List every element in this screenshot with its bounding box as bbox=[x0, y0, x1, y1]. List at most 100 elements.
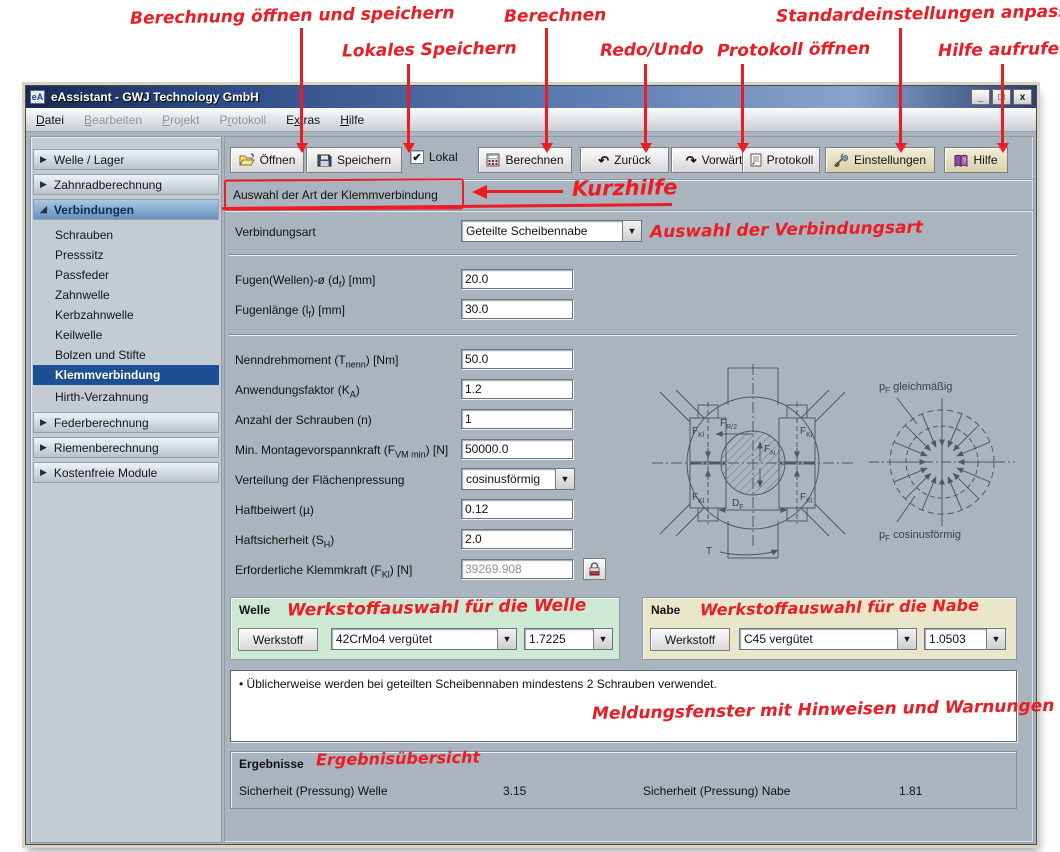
dropdown-arrow-icon[interactable]: ▼ bbox=[986, 629, 1005, 649]
sidebar-item-presssitz[interactable]: Presssitz bbox=[33, 245, 219, 265]
settings-button[interactable]: Einstellungen bbox=[825, 147, 935, 173]
save-button[interactable]: Speichern bbox=[306, 147, 402, 173]
sidebar-section-riemenberechnung[interactable]: ▶ Riemenberechnung bbox=[33, 437, 219, 458]
chevron-right-icon: ▶ bbox=[40, 467, 47, 478]
nominal-torque-input[interactable] bbox=[461, 349, 573, 369]
annotation-settings: Standardeinstellungen anpassen bbox=[776, 1, 1060, 27]
local-checkbox[interactable]: ✔ bbox=[410, 150, 424, 164]
hub-material-number-dropdown[interactable]: 1.0503 ▼ bbox=[924, 628, 1006, 650]
clamp-force-label: Erforderliche Klemmkraft (FKl) [N] bbox=[235, 563, 412, 579]
undo-button[interactable]: ↶ Zurück bbox=[580, 147, 669, 173]
dropdown-arrow-icon[interactable]: ▼ bbox=[593, 629, 612, 649]
sidebar-section-verbindungen[interactable]: ◢ Verbindungen bbox=[33, 199, 219, 220]
menu-datei[interactable]: Datei bbox=[26, 108, 74, 131]
hub-material-button[interactable]: Werkstoff bbox=[650, 628, 730, 651]
annotation-protocol: Protokoll öffnen bbox=[717, 39, 871, 62]
svg-text:pF cosinusförmig: pF cosinusförmig bbox=[879, 529, 961, 543]
minimize-button[interactable]: _ bbox=[971, 89, 990, 105]
menu-projekt[interactable]: Projekt bbox=[152, 108, 209, 131]
menu-protokoll[interactable]: Protokoll bbox=[209, 108, 276, 131]
result-label-hub: Sicherheit (Pressung) Nabe bbox=[643, 784, 790, 798]
result-label-shaft: Sicherheit (Pressung) Welle bbox=[239, 784, 388, 798]
result-value-shaft: 3.15 bbox=[503, 784, 526, 798]
hub-material-dropdown[interactable]: C45 vergütet ▼ bbox=[739, 628, 917, 650]
calculate-button[interactable]: Berechnen bbox=[478, 147, 572, 173]
screenshot-page: eA eAssistant - GWJ Technology GmbH _ □ … bbox=[0, 0, 1060, 852]
results-title: Ergebnisse bbox=[239, 757, 304, 771]
redo-arrow-icon: ↷ bbox=[686, 154, 697, 167]
safety-factor-label: Haftsicherheit (SH) bbox=[235, 533, 334, 549]
open-button[interactable]: Öffnen bbox=[230, 147, 304, 173]
friction-coefficient-input[interactable] bbox=[461, 499, 573, 519]
quick-help-bar: Auswahl der Art der Klemmverbindung bbox=[225, 179, 1033, 211]
results-panel: Ergebnisse Sicherheit (Pressung) Welle 3… bbox=[230, 751, 1017, 809]
pressure-distribution-diagram: pF gleichmäßig pF cosinusförmig bbox=[867, 374, 1017, 544]
sidebar-section-welle-lager[interactable]: ▶ Welle / Lager bbox=[33, 149, 219, 170]
local-checkbox-row: ✔ Lokal bbox=[410, 150, 458, 164]
lock-icon bbox=[588, 562, 601, 576]
chevron-down-icon: ◢ bbox=[40, 204, 47, 215]
shaft-material-dropdown[interactable]: 42CrMo4 vergütet ▼ bbox=[331, 628, 517, 650]
result-value-hub: 1.81 bbox=[899, 784, 922, 798]
clamp-force-output bbox=[461, 559, 573, 579]
open-folder-icon bbox=[239, 153, 255, 167]
screw-count-input[interactable] bbox=[461, 409, 573, 429]
safety-factor-input[interactable] bbox=[461, 529, 573, 549]
shaft-panel-title: Welle bbox=[239, 603, 270, 617]
message-text: • Üblicherweise werden bei geteilten Sch… bbox=[239, 677, 717, 691]
local-checkbox-label: Lokal bbox=[429, 150, 458, 164]
screw-count-label: Anzahl der Schrauben (n) bbox=[235, 413, 372, 427]
chevron-right-icon: ▶ bbox=[40, 154, 47, 165]
dropdown-arrow-icon[interactable]: ▼ bbox=[555, 469, 574, 489]
shaft-material-number-dropdown[interactable]: 1.7225 ▼ bbox=[524, 628, 613, 650]
sidebar-item-klemmverbindung[interactable]: Klemmverbindung bbox=[33, 365, 219, 385]
preload-force-input[interactable] bbox=[461, 439, 573, 459]
sidebar-section-kostenfreie-module[interactable]: ▶ Kostenfreie Module bbox=[33, 462, 219, 483]
sidebar-item-hirth-verzahnung[interactable]: Hirth-Verzahnung bbox=[33, 387, 219, 407]
shaft-material-panel: Welle Werkstoff 42CrMo4 vergütet ▼ 1.722… bbox=[230, 597, 620, 660]
close-button[interactable]: x bbox=[1013, 89, 1032, 105]
friction-coefficient-label: Haftbeiwert (µ) bbox=[235, 503, 314, 517]
application-factor-input[interactable] bbox=[461, 379, 573, 399]
tools-icon bbox=[834, 153, 849, 167]
sidebar-item-kerbzahnwelle[interactable]: Kerbzahnwelle bbox=[33, 305, 219, 325]
sidebar-section-zahnradberechnung[interactable]: ▶ Zahnradberechnung bbox=[33, 174, 219, 195]
shaft-material-button[interactable]: Werkstoff bbox=[238, 628, 318, 651]
sidebar-item-bolzen-und-stifte[interactable]: Bolzen und Stifte bbox=[33, 345, 219, 365]
svg-text:FKl: FKl bbox=[800, 426, 813, 439]
preload-force-label: Min. Montagevorspannkraft (FVM min) [N] bbox=[235, 443, 448, 459]
clamp-connection-diagram: FR/2 FN FKl FKl FKl FKl DF T bbox=[650, 360, 855, 565]
title-bar[interactable]: eA eAssistant - GWJ Technology GmbH _ □ … bbox=[26, 86, 1036, 108]
pressure-distribution-dropdown[interactable]: cosinusförmig ▼ bbox=[461, 468, 575, 490]
lock-button[interactable] bbox=[583, 558, 606, 580]
protocol-button[interactable]: Protokoll bbox=[742, 147, 820, 173]
chevron-right-icon: ▶ bbox=[40, 417, 47, 428]
sidebar-item-schrauben[interactable]: Schrauben bbox=[33, 225, 219, 245]
menu-hilfe[interactable]: Hilfe bbox=[330, 108, 374, 131]
connection-type-dropdown[interactable]: Geteilte Scheibennabe ▼ bbox=[461, 220, 642, 242]
dropdown-arrow-icon[interactable]: ▼ bbox=[622, 221, 641, 241]
help-book-icon: ? bbox=[954, 154, 968, 167]
menu-extras[interactable]: Extras bbox=[276, 108, 330, 131]
svg-text:FR/2: FR/2 bbox=[720, 418, 737, 431]
sidebar-section-federberechnung[interactable]: ▶ Federberechnung bbox=[33, 412, 219, 433]
maximize-button[interactable]: □ bbox=[992, 89, 1011, 105]
joint-diameter-input[interactable] bbox=[461, 269, 573, 289]
menu-bearbeiten[interactable]: Bearbeiten bbox=[74, 108, 152, 131]
svg-text:pF gleichmäßig: pF gleichmäßig bbox=[879, 381, 952, 395]
check-icon: ✔ bbox=[412, 151, 421, 164]
separator bbox=[229, 254, 1017, 256]
sidebar-item-zahnwelle[interactable]: Zahnwelle bbox=[33, 285, 219, 305]
chevron-right-icon: ▶ bbox=[40, 179, 47, 190]
sidebar-item-passfeder[interactable]: Passfeder bbox=[33, 265, 219, 285]
help-button[interactable]: ? Hilfe bbox=[944, 147, 1008, 173]
dropdown-arrow-icon[interactable]: ▼ bbox=[897, 629, 916, 649]
dropdown-arrow-icon[interactable]: ▼ bbox=[497, 629, 516, 649]
svg-text:FKl: FKl bbox=[692, 426, 705, 439]
sidebar-item-keilwelle[interactable]: Keilwelle bbox=[33, 325, 219, 345]
joint-length-input[interactable] bbox=[461, 299, 573, 319]
annotation-redo-undo: Redo/Undo bbox=[600, 39, 704, 61]
joint-length-label: Fugenlänge (lf) [mm] bbox=[235, 303, 345, 319]
navigation-sidebar: ▶ Welle / Lager ▶ Zahnradberechnung ◢ Ve… bbox=[30, 136, 222, 843]
undo-arrow-icon: ↶ bbox=[598, 154, 609, 167]
